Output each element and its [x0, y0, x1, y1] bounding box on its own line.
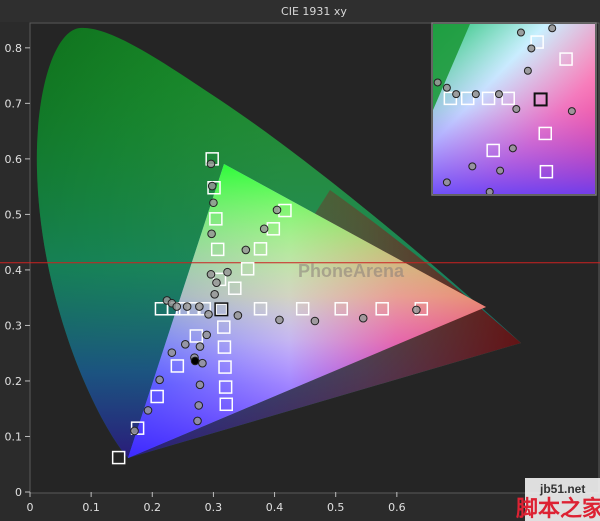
measured-circle-mark [180, 340, 190, 349]
inset-circle-mark [567, 107, 576, 116]
measured-circle-mark [223, 267, 232, 277]
inset-circle-mark [508, 144, 517, 153]
measured-circle-mark [130, 426, 139, 436]
measured-circle-mark [210, 290, 219, 299]
watermark-center: PhoneArena [298, 261, 405, 281]
y-tick-label: 0.5 [5, 208, 23, 221]
measured-circle-mark [206, 159, 216, 169]
x-tick-label: 0.1 [82, 501, 100, 514]
measured-circle-mark [241, 245, 251, 255]
measured-circle-mark [198, 358, 207, 368]
measured-circle-mark [155, 375, 164, 385]
x-tick-label: 0.5 [327, 501, 345, 514]
measured-circle-mark [212, 278, 221, 287]
measured-circle-mark [204, 310, 213, 319]
inset-circle-mark [442, 83, 451, 92]
x-tick-label: 0.3 [205, 501, 223, 514]
inset-circle-mark [471, 90, 480, 99]
measured-circle-mark [272, 205, 282, 215]
inset-circle-mark [433, 78, 442, 87]
inset-circle-mark [512, 105, 521, 113]
site-watermark: jb51.net 脚本之家 [516, 478, 600, 521]
inset-circle-mark [516, 28, 525, 37]
y-tick-label: 0.7 [5, 97, 23, 110]
y-tick-label: 0.8 [5, 42, 23, 55]
measured-circle-mark [206, 270, 216, 279]
measured-circle-mark [172, 302, 182, 311]
measured-circle-mark [275, 315, 284, 325]
measured-circle-mark [195, 342, 205, 351]
x-tick-label: 0 [27, 501, 34, 514]
y-tick-label: 0.6 [5, 153, 23, 166]
measured-circle-mark [209, 198, 218, 208]
measured-circle-mark [310, 316, 320, 326]
y-tick-label: 0 [15, 486, 22, 499]
inset-circle-mark [548, 24, 557, 33]
chart-title: CIE 1931 xy [281, 5, 347, 18]
x-tick-label: 0.6 [388, 501, 406, 514]
chromaticity-chart: CIE 1931 xy 0 0.1 0.2 0.3 0.4 0.5 0.6 00.10.20… [0, 0, 600, 521]
measured-circle-mark [412, 305, 421, 315]
inset-circle-mark [494, 90, 503, 99]
measured-circle-mark [358, 313, 368, 323]
inset-circle-mark [468, 162, 477, 171]
measured-circle-mark [143, 406, 153, 415]
measured-circle-mark [233, 311, 243, 320]
inset-circle-mark [496, 166, 505, 175]
y-tick-label: 0.3 [5, 319, 23, 332]
measured-circle-mark [207, 181, 217, 191]
watermark-site-url: jb51.net [539, 482, 585, 496]
inset-circle-mark [527, 44, 536, 53]
measured-circle-mark [202, 330, 211, 340]
watermark-site-name: 脚本之家 [516, 496, 600, 521]
chart-window: CIE 1931 xy 0 0.1 0.2 0.3 0.4 0.5 0.6 0 0.1 0.2 0… [0, 0, 600, 521]
y-axis: 0 0.1 0.2 0.3 0.4 0.5 0.6 0.7 0.8 [5, 42, 30, 499]
y-tick-label: 0.2 [5, 375, 23, 388]
inset-circle-mark [452, 90, 461, 99]
x-axis: 0 0.1 0.2 0.3 0.4 0.5 0.6 [27, 492, 406, 514]
y-tick-label: 0.4 [5, 264, 23, 277]
measured-circle-mark [182, 302, 192, 311]
inset-circle-mark [442, 178, 451, 187]
measured-circle-mark [207, 229, 216, 239]
measured-circle-mark [259, 224, 269, 234]
measured-circle-mark [193, 416, 202, 426]
x-tick-label: 0.2 [144, 501, 162, 514]
measured-circle-mark [195, 380, 205, 390]
measured-circle-mark [194, 401, 204, 410]
measured-circle-mark [195, 302, 204, 311]
inset-zoom-panel [431, 22, 597, 196]
y-tick-label: 0.1 [5, 430, 23, 443]
x-tick-label: 0.4 [266, 501, 284, 514]
white-point-measured [190, 356, 200, 366]
measured-circle-mark [167, 348, 177, 357]
inset-circle-mark [523, 66, 532, 75]
